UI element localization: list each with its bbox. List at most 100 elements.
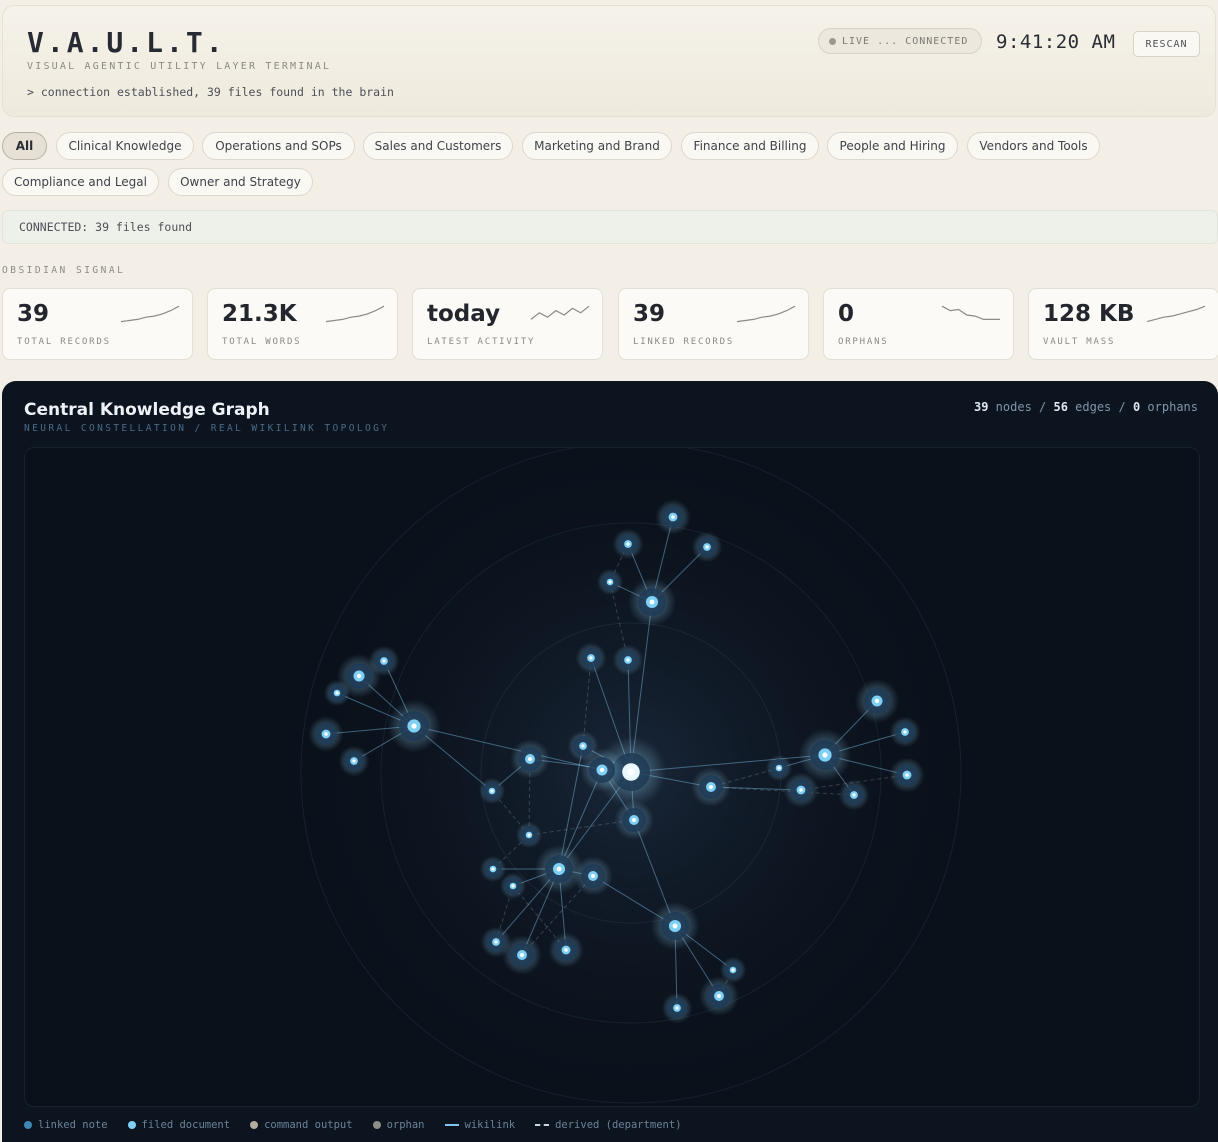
- node-center: [649, 599, 655, 605]
- graph-node[interactable]: [308, 716, 344, 752]
- rescan-button[interactable]: RESCAN: [1133, 31, 1200, 57]
- filter-chip-operations-and-sops[interactable]: Operations and SOPs: [202, 132, 355, 160]
- graph-node[interactable]: [699, 976, 739, 1016]
- sparkline-path: [325, 305, 385, 323]
- filter-chip-compliance-and-legal[interactable]: Compliance and Legal: [2, 168, 159, 196]
- legend-label: wikilink: [464, 1119, 516, 1131]
- sparkline-icon: [120, 305, 180, 323]
- legend-label: filed document: [141, 1119, 231, 1131]
- filter-chip-vendors-and-tools[interactable]: Vendors and Tools: [967, 132, 1100, 160]
- sparkline-path: [120, 305, 180, 323]
- stat-label: TOTAL RECORDS: [17, 337, 111, 347]
- filter-chip-finance-and-billing[interactable]: Finance and Billing: [681, 132, 819, 160]
- stat-label: LINKED RECORDS: [633, 337, 735, 347]
- sparkline-icon: [941, 305, 1000, 320]
- stat-card-linked-records: 39 LINKED RECORDS: [618, 288, 809, 360]
- stat-card-vault-mass: 128 KB VAULT MASS: [1028, 288, 1218, 360]
- filed-document-dot-icon: [127, 1121, 136, 1129]
- stat-value: 128 KB: [1043, 301, 1135, 327]
- filter-chip-owner-and-strategy[interactable]: Owner and Strategy: [168, 168, 313, 196]
- node-center: [382, 659, 386, 663]
- node-center: [608, 580, 612, 584]
- graph-node[interactable]: [627, 577, 677, 627]
- stat-card-total-records: 39 TOTAL RECORDS: [2, 288, 193, 360]
- graph-node[interactable]: [502, 935, 542, 975]
- filter-chip-people-and-hiring[interactable]: People and Hiring: [827, 132, 958, 160]
- stat-value: 0: [838, 301, 855, 327]
- graph-node[interactable]: [323, 679, 351, 707]
- stat-label: VAULT MASS: [1043, 337, 1116, 347]
- connection-log: > connection established, 39 files found…: [27, 85, 394, 99]
- graph-node[interactable]: [798, 728, 852, 782]
- orphan-dot-icon: [372, 1121, 381, 1129]
- node-center: [411, 723, 417, 729]
- graph-node[interactable]: [510, 739, 550, 779]
- stat-card-orphans: 0 ORPHANS: [823, 288, 1014, 360]
- node-center: [491, 867, 495, 871]
- graph-node[interactable]: [596, 568, 624, 596]
- stat-value: 39: [633, 301, 666, 327]
- sparkline-icon: [530, 305, 590, 320]
- graph-svg[interactable]: [25, 433, 1201, 1113]
- node-center: [494, 940, 498, 944]
- filter-chip-sales-and-customers[interactable]: Sales and Customers: [363, 132, 513, 160]
- legend-label: linked note: [38, 1119, 108, 1131]
- app-subtitle: VISUAL AGENTIC UTILITY LAYER TERMINAL: [27, 61, 332, 72]
- graph-node[interactable]: [765, 754, 793, 782]
- graph-node[interactable]: [548, 932, 584, 968]
- edges-count-label: edges /: [1067, 400, 1133, 414]
- node-center: [705, 545, 709, 549]
- graph-title: Central Knowledge Graph: [24, 400, 270, 420]
- graph-node[interactable]: [478, 777, 506, 805]
- node-center: [556, 866, 562, 872]
- stat-label: ORPHANS: [838, 337, 889, 347]
- graph-node[interactable]: [838, 779, 870, 811]
- sparkline-path: [941, 305, 1000, 320]
- edges-count: 56: [1053, 400, 1068, 414]
- sparkline-path: [736, 305, 796, 323]
- node-center: [527, 833, 531, 837]
- node-center: [324, 732, 328, 736]
- stat-card-total-words: 21.3K TOTAL WORDS: [207, 288, 398, 360]
- stat-label: LATEST ACTIVITY: [427, 337, 536, 347]
- graph-node[interactable]: [575, 642, 607, 674]
- node-center: [709, 785, 713, 789]
- graph-node[interactable]: [650, 901, 700, 951]
- graph-node[interactable]: [661, 992, 693, 1024]
- graph-node[interactable]: [387, 699, 441, 753]
- legend-item-command-output: command output: [250, 1119, 353, 1131]
- node-center: [672, 923, 678, 929]
- node-center: [874, 698, 880, 704]
- graph-node[interactable]: [612, 644, 644, 676]
- graph-node[interactable]: [368, 645, 400, 677]
- graph-node[interactable]: [612, 528, 644, 560]
- graph-node[interactable]: [855, 679, 899, 723]
- filter-chip-marketing-and-brand[interactable]: Marketing and Brand: [522, 132, 672, 160]
- graph-node[interactable]: [499, 872, 527, 900]
- graph-node[interactable]: [691, 767, 731, 807]
- connection-status-bar: CONNECTED: 39 files found: [2, 210, 1218, 244]
- graph-node[interactable]: [691, 531, 723, 563]
- node-center: [852, 793, 856, 797]
- graph-node[interactable]: [338, 745, 370, 777]
- graph-node[interactable]: [567, 730, 599, 762]
- filter-chip-clinical-knowledge[interactable]: Clinical Knowledge: [56, 132, 194, 160]
- section-label-obsidian-signal: OBSIDIAN SIGNAL: [2, 265, 126, 276]
- graph-node[interactable]: [889, 716, 921, 748]
- graph-node[interactable]: [614, 800, 654, 840]
- graph-node[interactable]: [479, 855, 507, 883]
- sparkline-icon: [325, 305, 385, 323]
- stat-value: 39: [17, 301, 50, 327]
- command-output-dot-icon: [250, 1121, 259, 1129]
- node-center: [335, 691, 339, 695]
- legend-item-wikilink: wikilink: [444, 1119, 516, 1131]
- sparkline-path: [1146, 305, 1206, 323]
- graph-canvas[interactable]: [24, 433, 1201, 1113]
- graph-node[interactable]: [889, 757, 925, 793]
- graph-node[interactable]: [573, 856, 613, 896]
- derived-dash-icon: [535, 1124, 550, 1126]
- graph-node[interactable]: [515, 821, 543, 849]
- filter-chip-all[interactable]: All: [2, 132, 47, 160]
- legend-item-linked-note: linked note: [24, 1119, 108, 1131]
- graph-node[interactable]: [655, 499, 691, 535]
